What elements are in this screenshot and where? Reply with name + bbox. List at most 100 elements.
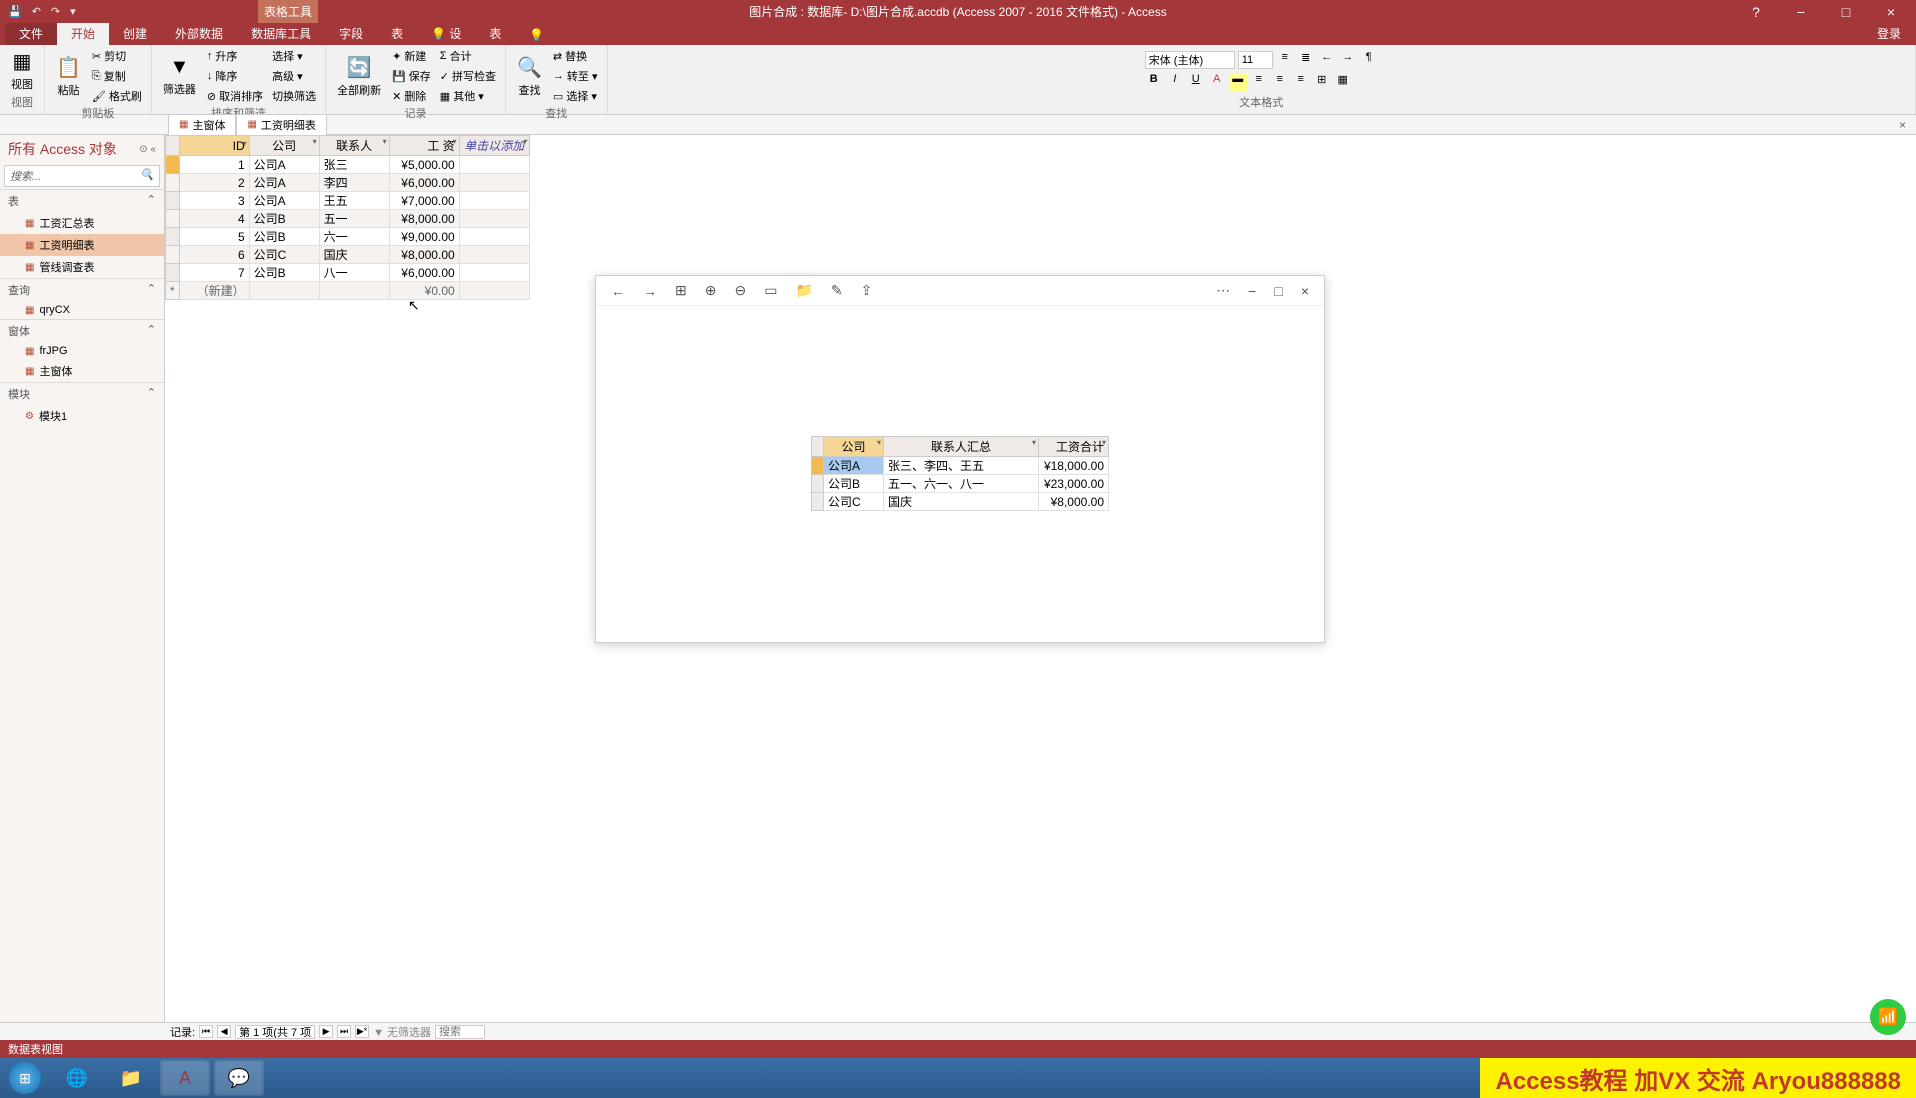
redo-icon[interactable]: ↷ [51,5,60,18]
cell-add[interactable] [459,210,529,228]
nav-search-input[interactable]: 搜索... 🔍 [4,165,160,187]
tab-field[interactable]: 字段 [325,22,377,45]
nav-item-frjpg[interactable]: ▦frJPG [0,342,164,360]
nav-section-queries[interactable]: 查询⌃ [0,278,164,301]
table-row[interactable]: 2 公司A 李四 ¥6,000.00 [166,174,530,192]
cell-add[interactable] [459,156,529,174]
minimize-button[interactable]: − [1786,4,1816,20]
more-icon[interactable]: ⋯ [1216,282,1230,299]
goto-button[interactable]: → 转至 ▾ [550,67,601,85]
ascending-button[interactable]: ↑ 升序 [204,47,266,65]
numbering-icon[interactable]: ≣ [1297,51,1315,69]
tab-tell3[interactable]: 💡 [515,25,558,45]
column-header-id[interactable]: ID▾ [179,136,249,156]
summary-row[interactable]: 公司B 五一、六一、八一 ¥23,000.00 [812,475,1109,493]
table-row[interactable]: 5 公司B 六一 ¥9,000.00 [166,228,530,246]
cell-new-add[interactable] [459,282,529,300]
export-icon[interactable]: ⇪ [861,282,873,299]
tab-external-data[interactable]: 外部数据 [161,22,237,45]
cell-add[interactable] [459,192,529,210]
dropdown-icon[interactable]: ▾ [243,139,247,148]
record-position-input[interactable] [235,1025,315,1039]
nav-header[interactable]: 所有 Access 对象 ⊙ « [0,135,164,163]
cell-salary[interactable]: ¥8,000.00 [389,210,459,228]
viewer-close-icon[interactable]: × [1301,283,1309,299]
align-right-icon[interactable]: ≡ [1292,73,1310,91]
row-selector[interactable] [166,246,180,264]
nav-item-pipeline-table[interactable]: ▦管线调查表 [0,256,164,278]
summary-col-total[interactable]: 工资合计▾ [1039,437,1109,457]
first-record-button[interactable]: ⏮ [199,1025,213,1038]
nav-section-modules[interactable]: 模块⌃ [0,382,164,405]
cell-contact[interactable]: 国庆 [319,246,389,264]
cell-contact[interactable]: 六一 [319,228,389,246]
cell-salary[interactable]: ¥5,000.00 [389,156,459,174]
viewer-maximize-icon[interactable]: □ [1274,283,1282,299]
align-left-icon[interactable]: ≡ [1250,73,1268,91]
new-row[interactable]: * （新建） ¥0.00 [166,282,530,300]
cell-contact[interactable]: 五一 [319,210,389,228]
cell-company[interactable]: 公司B [249,264,319,282]
summary-cell-contacts[interactable]: 五一、六一、八一 [884,475,1039,493]
summary-col-company[interactable]: 公司▾ [824,437,884,457]
cell-new-contact[interactable] [319,282,389,300]
cell-company[interactable]: 公司B [249,228,319,246]
view-button[interactable]: ▦视图 [6,47,38,94]
row-selector[interactable] [166,156,180,174]
nav-item-module1[interactable]: ⚙模块1 [0,405,164,427]
fit-icon[interactable]: ▭ [764,282,777,299]
cell-id[interactable]: 2 [179,174,249,192]
filter-button[interactable]: ▼筛选器 [158,54,201,99]
forward-icon[interactable]: → [643,283,657,299]
table-row[interactable]: 3 公司A 王五 ¥7,000.00 [166,192,530,210]
more-button[interactable]: ▦ 其他 ▾ [437,87,499,105]
cell-salary[interactable]: ¥6,000.00 [389,174,459,192]
column-header-add[interactable]: 单击以添加▾ [459,136,529,156]
cell-salary[interactable]: ¥7,000.00 [389,192,459,210]
summary-cell-contacts[interactable]: 张三、李四、王五 [884,457,1039,475]
select-all-box[interactable] [166,136,180,156]
viewer-minimize-icon[interactable]: − [1248,283,1256,299]
underline-button[interactable]: U [1187,73,1205,91]
highlight-button[interactable]: ▬ [1229,73,1247,91]
cell-salary[interactable]: ¥8,000.00 [389,246,459,264]
nav-section-forms[interactable]: 窗体⌃ [0,319,164,342]
taskbar-wechat[interactable]: 💬 [214,1060,264,1096]
nav-item-summary-table[interactable]: ▦工资汇总表 [0,212,164,234]
cell-id[interactable]: 1 [179,156,249,174]
taskbar-access[interactable]: A [160,1060,210,1096]
tab-tell1[interactable]: 💡 设 [417,22,475,45]
replace-button[interactable]: ⇄ 替换 [550,47,601,65]
qat-dropdown-icon[interactable]: ▾ [70,5,76,18]
selection-button[interactable]: 选择 ▾ [269,47,319,65]
summary-cell-company[interactable]: 公司B [824,475,884,493]
summary-cell-total[interactable]: ¥8,000.00 [1039,493,1109,511]
close-tab-button[interactable]: × [1899,118,1916,132]
cell-contact[interactable]: 八一 [319,264,389,282]
tab-tell2[interactable]: 表 [475,22,515,45]
bold-button[interactable]: B [1145,73,1163,91]
table-row[interactable]: 4 公司B 五一 ¥8,000.00 [166,210,530,228]
summary-row-selector[interactable] [812,493,824,511]
text-direction-icon[interactable]: ¶ [1360,51,1378,69]
folder-icon[interactable]: 📁 [795,282,812,299]
start-button[interactable]: ⊞ [0,1058,50,1098]
indent-right-icon[interactable]: → [1339,51,1357,69]
cell-new-company[interactable] [249,282,319,300]
table-row[interactable]: 1 公司A 张三 ¥5,000.00 [166,156,530,174]
maximize-button[interactable]: □ [1831,4,1861,20]
nav-item-query[interactable]: ▦qryCX [0,301,164,319]
cell-contact[interactable]: 李四 [319,174,389,192]
undo-icon[interactable]: ↶ [32,5,41,18]
column-header-company[interactable]: 公司▾ [249,136,319,156]
cell-add[interactable] [459,264,529,282]
summary-cell-contacts[interactable]: 国庆 [884,493,1039,511]
remove-sort-button[interactable]: ⊘ 取消排序 [204,87,266,105]
doc-tab-mainform[interactable]: ▦主窗体 [168,114,236,136]
new-record-button[interactable]: ✦ 新建 [389,47,434,65]
cell-salary[interactable]: ¥6,000.00 [389,264,459,282]
cell-add[interactable] [459,246,529,264]
nav-section-tables[interactable]: 表⌃ [0,189,164,212]
cell-id[interactable]: 3 [179,192,249,210]
record-search-input[interactable] [435,1025,485,1039]
